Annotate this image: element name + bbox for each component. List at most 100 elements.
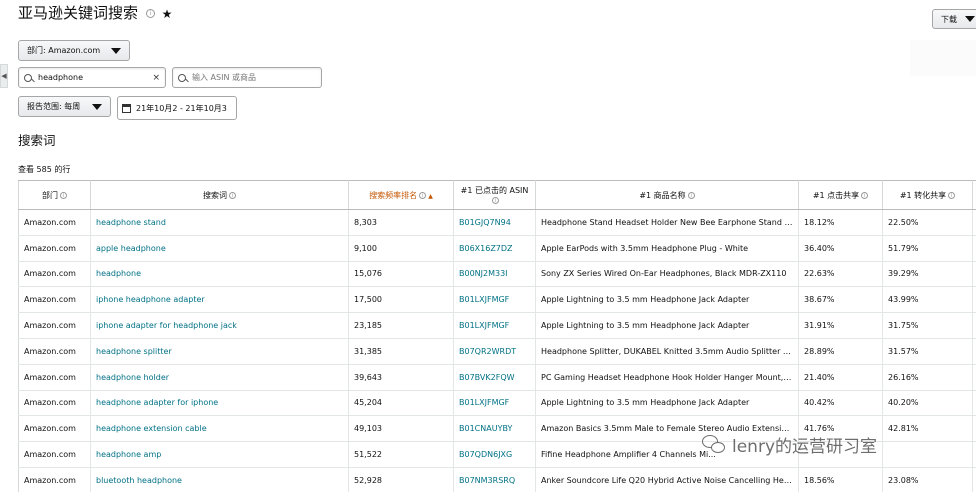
page-title: 亚马逊关键词搜索 i ★: [18, 2, 172, 23]
asin-input-placeholder: 输入 ASIN 或商品: [192, 73, 256, 82]
star-icon[interactable]: ★: [162, 7, 173, 21]
chevron-down-icon: [92, 103, 102, 110]
cell-overflow: [972, 466, 976, 492]
cell-asin[interactable]: B07BVK2FQW: [453, 363, 536, 391]
info-icon[interactable]: i: [492, 197, 499, 204]
table-row: Amazon.com iphone adapter for headphone j…: [18, 312, 976, 339]
asin-input[interactable]: 输入 ASIN 或商品: [172, 67, 322, 88]
cell-overflow: [972, 363, 976, 391]
chevron-down-icon: [111, 47, 121, 54]
date-range-picker[interactable]: 21年10月2 - 21年10月3: [117, 96, 237, 120]
cell-click-share: 22.63%: [798, 260, 883, 288]
cell-search-term[interactable]: iphone adapter for headphone jack: [90, 312, 349, 339]
cell-department: Amazon.com: [18, 441, 91, 468]
section-title: 搜索词: [18, 133, 56, 148]
department-dropdown[interactable]: 部门: Amazon.com: [18, 40, 130, 61]
chevron-down-icon: [965, 16, 975, 22]
cell-click-share: 40.42%: [798, 389, 883, 417]
cell-frequency-rank: 23,185: [348, 312, 454, 339]
cell-frequency-rank: 17,500: [348, 286, 454, 314]
cell-click-share: 36.40%: [798, 234, 883, 262]
row-count: 查看 585 的行: [18, 165, 71, 174]
table-row: Amazon.com bluetooth headphone 52,928 B07NM…: [18, 466, 976, 492]
collapse-panel-tab[interactable]: ◀: [0, 64, 8, 88]
cell-asin[interactable]: B07QDN6JXG: [453, 441, 536, 468]
sort-ascending-icon[interactable]: ▲: [428, 193, 433, 200]
info-icon[interactable]: i: [687, 191, 695, 199]
cell-search-term[interactable]: headphone adapter for iphone: [90, 389, 349, 417]
department-dropdown-label: 部门: Amazon.com: [27, 46, 101, 55]
column-header-click-share[interactable]: #1 点击共享 i: [798, 180, 883, 210]
cell-conversion-share: 22.50%: [882, 209, 973, 236]
cell-search-term[interactable]: headphone splitter: [90, 337, 349, 365]
cell-asin[interactable]: B07QR2WRDT: [453, 337, 536, 365]
column-header-search-term[interactable]: 搜索词 i: [90, 180, 349, 210]
table-row: Amazon.com headphone 15,076 B00NJ2M33I Sony …: [18, 260, 976, 288]
cell-conversion-share: 26.16%: [882, 363, 973, 391]
cell-department: Amazon.com: [18, 209, 91, 236]
cell-frequency-rank: 52,928: [348, 466, 454, 492]
cell-click-share: 18.12%: [798, 209, 883, 236]
info-icon[interactable]: i: [419, 191, 427, 199]
table-row: Amazon.com headphone adapter for iphone 45…: [18, 389, 976, 417]
cell-asin[interactable]: B07NM3RSRQ: [453, 466, 536, 492]
cell-department: Amazon.com: [18, 286, 91, 314]
cell-asin[interactable]: B00NJ2M33I: [453, 260, 536, 288]
column-header-conversion-share[interactable]: #1 转化共享 i: [882, 180, 973, 210]
cell-conversion-share: 51.79%: [882, 234, 973, 262]
cell-search-term[interactable]: headphone stand: [90, 209, 349, 236]
page-title-text: 亚马逊关键词搜索: [18, 4, 139, 22]
column-header-department[interactable]: 部门 i: [18, 180, 91, 210]
cell-search-term[interactable]: headphone: [90, 260, 349, 288]
cell-product-name: Anker Soundcore Life Q20 Hybrid Active N…: [535, 466, 799, 492]
cell-frequency-rank: 9,100: [348, 234, 454, 262]
column-header-product-name[interactable]: #1 商品名称 i: [535, 180, 799, 210]
cell-search-term[interactable]: headphone holder: [90, 363, 349, 391]
column-header-frequency-rank[interactable]: 搜索频率排名 i ▲: [348, 180, 454, 210]
cell-department: Amazon.com: [18, 260, 91, 288]
table-row: Amazon.com headphone holder 39,643 B07BVK2F…: [18, 363, 976, 391]
cell-search-term[interactable]: headphone amp: [90, 441, 349, 468]
info-icon[interactable]: i: [948, 191, 956, 199]
cell-overflow: [972, 260, 976, 288]
cell-search-term[interactable]: iphone headphone adapter: [90, 286, 349, 314]
cell-frequency-rank: 45,204: [348, 389, 454, 417]
cell-conversion-share: [882, 441, 973, 468]
download-button[interactable]: 下载: [932, 9, 976, 29]
cell-department: Amazon.com: [18, 466, 91, 492]
cell-click-share: 38.67%: [798, 286, 883, 314]
cell-asin[interactable]: B01GJQ7N94: [453, 209, 536, 236]
column-header-clicked-asin[interactable]: #1 已点击的 ASIN i: [453, 180, 536, 210]
clear-icon[interactable]: ×: [152, 73, 160, 83]
cell-search-term[interactable]: bluetooth headphone: [90, 466, 349, 492]
cell-product-name: Headphone Stand Headset Holder New Bee E…: [535, 209, 799, 236]
cell-asin[interactable]: B01LXJFMGF: [453, 389, 536, 417]
cell-asin[interactable]: B01LXJFMGF: [453, 312, 536, 339]
info-icon[interactable]: i: [145, 9, 155, 18]
cell-asin[interactable]: B06X16Z7DZ: [453, 234, 536, 262]
cell-conversion-share: 40.20%: [882, 389, 973, 417]
cell-frequency-rank: 51,522: [348, 441, 454, 468]
cell-conversion-share: 42.81%: [882, 415, 973, 443]
cell-department: Amazon.com: [18, 389, 91, 417]
cell-search-term[interactable]: apple headphone: [90, 234, 349, 262]
info-icon[interactable]: i: [60, 191, 67, 199]
cell-product-name: Apple Lightning to 3.5 mm Headphone Jack…: [535, 312, 799, 339]
cell-overflow: [972, 209, 976, 236]
cell-search-term[interactable]: headphone extension cable: [90, 415, 349, 443]
info-icon[interactable]: i: [861, 191, 869, 199]
info-icon[interactable]: i: [229, 191, 236, 199]
cell-conversion-share: 39.29%: [882, 260, 973, 288]
cell-conversion-share: 43.99%: [882, 286, 973, 314]
header-blank-area: [910, 40, 976, 76]
cell-overflow: [972, 441, 976, 468]
cell-asin[interactable]: B01LXJFMGF: [453, 286, 536, 314]
cell-click-share: 28.89%: [798, 337, 883, 365]
search-term-input[interactable]: headphone ×: [18, 67, 166, 88]
report-range-dropdown[interactable]: 报告范围: 每周: [18, 96, 111, 117]
cell-overflow: [972, 312, 976, 339]
report-range-label: 报告范围: 每周: [27, 102, 81, 111]
cell-frequency-rank: 15,076: [348, 260, 454, 288]
cell-product-name: Headphone Splitter, DUKABEL Knitted 3.5m…: [535, 337, 799, 365]
cell-asin[interactable]: B01CNAUYBY: [453, 415, 536, 443]
